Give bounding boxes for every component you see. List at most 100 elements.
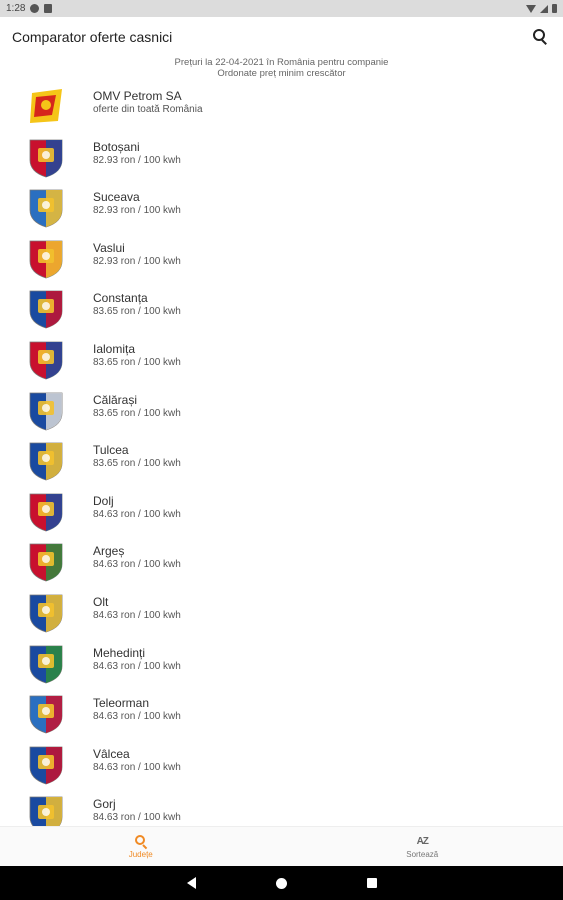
list-item[interactable]: OMV Petrom SA oferte din toată România [0, 83, 563, 134]
list-item[interactable]: Argeș 84.63 ron / 100 kwh [0, 538, 563, 589]
list-item[interactable]: Călărași 83.65 ron / 100 kwh [0, 387, 563, 438]
list-item-text: Constanța 83.65 ron / 100 kwh [93, 291, 181, 318]
list-item-text: Ialomița 83.65 ron / 100 kwh [93, 342, 181, 369]
list-item-price: 82.93 ron / 100 kwh [93, 255, 181, 267]
list-item-text: Călărași 83.65 ron / 100 kwh [93, 393, 181, 420]
arges-crest-icon [28, 542, 64, 582]
list-item[interactable]: Botoșani 82.93 ron / 100 kwh [0, 134, 563, 185]
list-item-price: 83.65 ron / 100 kwh [93, 306, 181, 318]
status-bar: 1:28 [0, 0, 563, 17]
list-item[interactable]: Ialomița 83.65 ron / 100 kwh [0, 336, 563, 387]
list-item-price: 84.63 ron / 100 kwh [93, 660, 181, 672]
list-item-name: Dolj [93, 493, 114, 508]
list-item[interactable]: Tulcea 83.65 ron / 100 kwh [0, 437, 563, 488]
sort-az-icon: AZ [416, 835, 429, 847]
system-navigation-bar [0, 866, 563, 900]
status-left: 1:28 [6, 3, 53, 14]
list-item-price: oferte din toată România [93, 104, 203, 115]
county-list: OMV Petrom SA oferte din toată România Bot… [0, 83, 563, 842]
tab-sorteaza-label: Sortează [406, 849, 439, 859]
search-icon [134, 835, 147, 850]
list-item-text: Olt 84.63 ron / 100 kwh [93, 595, 181, 622]
status-right [526, 4, 557, 13]
list-item[interactable]: Teleorman 84.63 ron / 100 kwh [0, 690, 563, 741]
list-item-text: Teleorman 84.63 ron / 100 kwh [93, 696, 181, 723]
wifi-icon [526, 4, 536, 13]
list-item-text: Botoșani 82.93 ron / 100 kwh [93, 140, 181, 167]
mehedinti-crest-icon [28, 644, 64, 684]
constanta-crest-icon [28, 289, 64, 329]
dolj-crest-icon [28, 492, 64, 532]
list-item-price: 84.63 ron / 100 kwh [93, 761, 181, 773]
list-item-price: 84.63 ron / 100 kwh [93, 508, 181, 520]
list-item-name: Argeș [93, 544, 125, 559]
subtitle-line-1: Prețuri la 22-04-2021 în România pentru … [174, 57, 389, 68]
list-item-name: Vâlcea [93, 746, 130, 761]
list-item-name: Gorj [93, 797, 116, 812]
tab-judete-label: Județe [128, 850, 153, 859]
list-item-name: Teleorman [93, 696, 150, 711]
app-bar: Comparator oferte casnici [0, 17, 563, 57]
list-item-name: Botoșani [93, 139, 140, 154]
omv-petrom-logo-icon [28, 87, 64, 127]
home-icon[interactable] [275, 877, 287, 889]
suceava-crest-icon [28, 188, 64, 228]
list-item[interactable]: Mehedinți 84.63 ron / 100 kwh [0, 640, 563, 691]
sim-card-icon [44, 4, 53, 13]
status-time: 1:28 [6, 3, 26, 14]
list-item-text: Dolj 84.63 ron / 100 kwh [93, 494, 181, 521]
list-item-price: 83.65 ron / 100 kwh [93, 407, 181, 419]
list-item-name: Călărași [93, 392, 138, 407]
list-item-text: Vaslui 82.93 ron / 100 kwh [93, 241, 181, 268]
list-item-text: Mehedinți 84.63 ron / 100 kwh [93, 646, 181, 673]
list-item[interactable]: Constanța 83.65 ron / 100 kwh [0, 285, 563, 336]
list-item[interactable]: Vaslui 82.93 ron / 100 kwh [0, 235, 563, 286]
ialomita-crest-icon [28, 340, 64, 380]
botosani-crest-icon [28, 138, 64, 178]
list-item-text: Tulcea 83.65 ron / 100 kwh [93, 443, 181, 470]
list-item-name: Constanța [93, 291, 148, 306]
list-item-price: 84.63 ron / 100 kwh [93, 711, 181, 723]
list-item-name: Mehedinți [93, 645, 146, 660]
teleorman-crest-icon [28, 694, 64, 734]
list-item[interactable]: Dolj 84.63 ron / 100 kwh [0, 488, 563, 539]
list-item-price: 82.93 ron / 100 kwh [93, 205, 181, 217]
signal-icon [540, 4, 548, 13]
list-item[interactable]: Vâlcea 84.63 ron / 100 kwh [0, 741, 563, 792]
list-item-name: Suceava [93, 190, 140, 205]
list-item-text: Argeș 84.63 ron / 100 kwh [93, 544, 181, 571]
list-item-price: 82.93 ron / 100 kwh [93, 154, 181, 166]
list-item-name: Olt [93, 594, 109, 609]
page-title: Comparator oferte casnici [12, 29, 173, 45]
list-item-name: Tulcea [93, 443, 129, 458]
list-item-price: 84.63 ron / 100 kwh [93, 559, 181, 571]
list-item-text: Vâlcea 84.63 ron / 100 kwh [93, 747, 181, 774]
list-item-text: OMV Petrom SA oferte din toată România [93, 89, 203, 116]
valcea-crest-icon [28, 745, 64, 785]
tab-judete[interactable]: Județe [0, 827, 282, 867]
bottom-nav: Județe AZ Sortează [0, 826, 563, 867]
list-item-name: Vaslui [93, 240, 125, 255]
list-item[interactable]: Suceava 82.93 ron / 100 kwh [0, 184, 563, 235]
list-item-text: Gorj 84.63 ron / 100 kwh [93, 797, 181, 824]
list-item-price: 84.63 ron / 100 kwh [93, 609, 181, 621]
tulcea-crest-icon [28, 441, 64, 481]
list-item-price: 84.63 ron / 100 kwh [93, 812, 181, 824]
search-button[interactable] [531, 27, 551, 47]
recent-apps-icon[interactable] [366, 878, 377, 888]
back-icon[interactable] [186, 877, 196, 889]
tab-sorteaza[interactable]: AZ Sortează [282, 827, 563, 867]
list-item-price: 83.65 ron / 100 kwh [93, 458, 181, 470]
list-item-name: Ialomița [93, 341, 136, 356]
subtitle-line-2: Ordonate preț minim crescător [217, 68, 346, 79]
battery-icon [552, 4, 557, 13]
notification-icon [30, 4, 40, 13]
list-item-name: OMV Petrom SA [93, 89, 182, 103]
list-item-price: 83.65 ron / 100 kwh [93, 356, 181, 368]
list-item-text: Suceava 82.93 ron / 100 kwh [93, 190, 181, 217]
list-item[interactable]: Olt 84.63 ron / 100 kwh [0, 589, 563, 640]
olt-crest-icon [28, 593, 64, 633]
subtitle: Prețuri la 22-04-2021 în România pentru … [0, 57, 563, 79]
vaslui-crest-icon [28, 239, 64, 279]
calarasi-crest-icon [28, 391, 64, 431]
